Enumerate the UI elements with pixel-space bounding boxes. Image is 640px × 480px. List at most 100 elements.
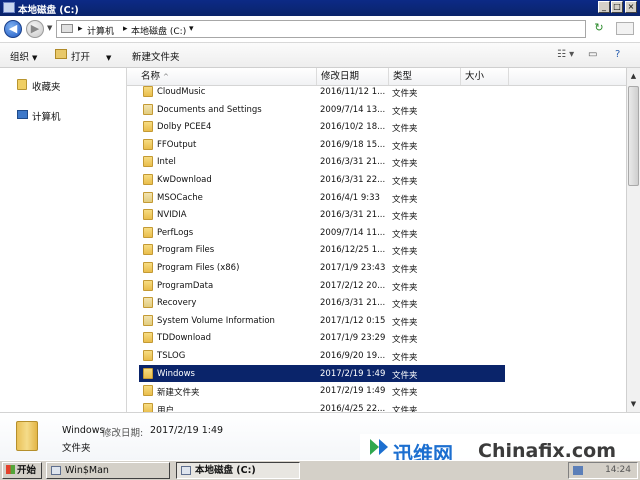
- refresh-icon[interactable]: ↻: [592, 22, 606, 34]
- title-bar[interactable]: 本地磁盘 (C:) _ □ ×: [0, 0, 640, 16]
- file-row[interactable]: NVIDIA 2016/3/31 21... 文件夹: [127, 206, 626, 223]
- crumb-local-disk[interactable]: 本地磁盘 (C:): [131, 24, 186, 37]
- file-modified: 2017/1/12 0:15: [320, 315, 386, 326]
- help-icon[interactable]: ?: [615, 49, 620, 60]
- scroll-down-icon[interactable]: ▼: [628, 398, 639, 410]
- nav-label: 计算机: [32, 112, 61, 123]
- file-name: Recovery: [157, 298, 197, 309]
- nav-item-favorites[interactable]: 收藏夹: [0, 77, 126, 93]
- file-modified: 2017/1/9 23:29: [320, 333, 386, 344]
- minimize-icon[interactable]: _: [598, 1, 610, 13]
- file-row[interactable]: Documents and Settings 2009/7/14 13... 文件夹: [127, 101, 626, 118]
- file-name: Dolby PCEE4: [157, 122, 212, 133]
- file-row[interactable]: Windows 2017/2/19 1:49 文件夹: [127, 364, 626, 382]
- task-label: Win$Man: [65, 465, 109, 476]
- file-row[interactable]: Program Files (x86) 2017/1/9 23:43 文件夹: [127, 259, 626, 276]
- file-name: Intel: [157, 157, 176, 168]
- file-row[interactable]: FFOutput 2016/9/18 15... 文件夹: [127, 136, 626, 153]
- favorites-icon: [17, 79, 27, 90]
- taskbar-item-winsman[interactable]: Win$Man: [46, 462, 170, 479]
- file-name: 新建文件夹: [157, 388, 200, 399]
- system-tray: 14:24: [568, 462, 638, 479]
- folder-icon: [16, 421, 38, 451]
- file-type: 文件夹: [392, 317, 418, 328]
- nav-label: 收藏夹: [32, 82, 61, 93]
- file-row[interactable]: ProgramData 2017/2/12 20... 文件夹: [127, 277, 626, 294]
- file-modified: 2016/3/31 21...: [320, 157, 386, 168]
- start-button[interactable]: 开始: [2, 462, 42, 479]
- forward-button[interactable]: ▶: [26, 20, 44, 38]
- file-name: TSLOG: [157, 351, 186, 361]
- crumb-dropdown-icon[interactable]: ▾: [189, 24, 194, 34]
- address-bar[interactable]: ▸ 计算机 ▸ 本地磁盘 (C:) ▾: [56, 20, 586, 38]
- file-type: 文件夹: [392, 282, 418, 293]
- file-row[interactable]: MSOCache 2016/4/1 9:33 文件夹: [127, 189, 626, 206]
- chevron-down-icon[interactable]: ▼: [106, 54, 111, 62]
- file-row[interactable]: TDDownload 2017/1/9 23:29 文件夹: [127, 329, 626, 346]
- file-row[interactable]: Recovery 2016/3/31 21... 文件夹: [127, 294, 626, 311]
- file-row[interactable]: Program Files 2016/12/25 1... 文件夹: [127, 241, 626, 258]
- folder-icon: [143, 156, 153, 168]
- search-box[interactable]: [616, 22, 634, 35]
- organize-button[interactable]: 组织 ▼: [10, 49, 37, 63]
- folder-icon: [143, 226, 153, 238]
- new-folder-button[interactable]: 新建文件夹: [132, 49, 180, 63]
- file-modified: 2016/4/1 9:33: [320, 192, 380, 203]
- file-type: 文件夹: [392, 405, 418, 412]
- crumb-separator[interactable]: ▸: [123, 24, 128, 34]
- file-type: 文件夹: [392, 89, 418, 99]
- file-row[interactable]: Dolby PCEE4 2016/10/2 18... 文件夹: [127, 118, 626, 135]
- file-name: CloudMusic: [157, 87, 206, 97]
- file-row[interactable]: 用户 2016/4/25 22... 文件夹: [127, 400, 626, 412]
- crumb-separator[interactable]: ▸: [78, 24, 83, 34]
- file-list[interactable]: 名称 ^ 修改日期 类型 大小 CloudMusic 2016/11/12 1..…: [127, 68, 626, 412]
- open-button[interactable]: 打开 ▼: [71, 49, 111, 63]
- taskbar: 开始 Win$Man 本地磁盘 (C:) 14:24: [0, 460, 640, 480]
- file-name: Program Files: [157, 245, 215, 256]
- drive-icon: [181, 466, 191, 475]
- file-name: 用户: [157, 405, 175, 412]
- preview-pane-icon[interactable]: ▭: [588, 49, 597, 60]
- clock: 14:24: [605, 465, 631, 475]
- file-row[interactable]: TSLOG 2016/9/20 19... 文件夹: [127, 347, 626, 364]
- details-name: Windows: [62, 425, 105, 436]
- folder-icon: [143, 138, 153, 150]
- file-row[interactable]: System Volume Information 2017/1/12 0:15 文…: [127, 312, 626, 329]
- file-modified: 2009/7/14 11...: [320, 227, 386, 238]
- close-icon[interactable]: ×: [625, 1, 637, 13]
- vertical-scrollbar[interactable]: ▲ ▼: [626, 68, 640, 412]
- drive-icon: [61, 24, 73, 33]
- file-row[interactable]: KwDownload 2016/3/31 22... 文件夹: [127, 171, 626, 188]
- scroll-up-icon[interactable]: ▲: [628, 70, 639, 82]
- file-row[interactable]: 新建文件夹 2017/2/19 1:49 文件夹: [127, 382, 626, 399]
- folder-icon: [143, 244, 153, 256]
- open-icon: [55, 49, 67, 59]
- file-row[interactable]: CloudMusic 2016/11/12 1... 文件夹: [127, 83, 626, 100]
- file-type: 文件夹: [392, 141, 418, 152]
- folder-icon: [143, 314, 153, 326]
- file-row[interactable]: Intel 2016/3/31 21... 文件夹: [127, 153, 626, 170]
- network-icon[interactable]: [573, 466, 583, 475]
- crumb-computer[interactable]: 计算机: [87, 24, 114, 37]
- folder-icon: [143, 332, 153, 344]
- back-button[interactable]: ◀: [4, 20, 22, 38]
- file-type: 文件夹: [392, 124, 418, 135]
- details-type: 文件夹: [62, 443, 91, 454]
- file-modified: 2016/11/12 1...: [320, 87, 386, 97]
- chinafix-logo-icon: [370, 439, 388, 455]
- folder-icon: [143, 191, 153, 203]
- maximize-icon[interactable]: □: [611, 1, 623, 13]
- file-row[interactable]: PerfLogs 2009/7/14 11... 文件夹: [127, 224, 626, 241]
- history-dropdown-icon[interactable]: ▼: [47, 24, 52, 32]
- app-icon: [51, 466, 61, 475]
- taskbar-item-local-disk[interactable]: 本地磁盘 (C:): [176, 462, 300, 479]
- file-modified: 2017/2/19 1:49: [320, 386, 386, 397]
- file-type: 文件夹: [392, 247, 418, 258]
- windows-logo-icon: [6, 465, 15, 474]
- chevron-down-icon: ▼: [32, 54, 38, 62]
- file-modified: 2016/12/25 1...: [320, 245, 386, 256]
- view-icon[interactable]: ☷ ▾: [557, 49, 574, 60]
- nav-item-computer[interactable]: 计算机: [0, 107, 126, 123]
- scroll-thumb[interactable]: [628, 86, 639, 186]
- watermark-en: Chinafix.com: [478, 440, 617, 462]
